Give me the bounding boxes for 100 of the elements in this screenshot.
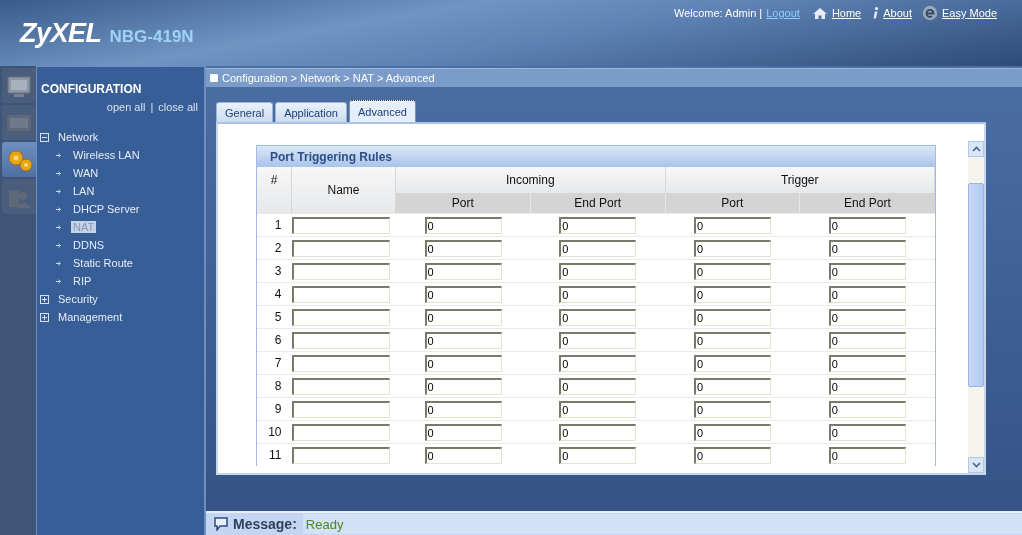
name-field[interactable] [291, 446, 390, 464]
menu-item[interactable]: Security [58, 293, 98, 305]
port-field[interactable]: 0 [694, 285, 771, 303]
name-field[interactable] [291, 239, 390, 257]
sidebar-title: CONFIGURATION [40, 81, 143, 96]
port-field[interactable]: 0 [424, 308, 502, 326]
scroll-down-button[interactable] [968, 457, 984, 473]
open-all-link[interactable]: open all [106, 101, 146, 113]
row-number: 5 [257, 305, 292, 329]
easy-mode-icon[interactable] [921, 5, 938, 21]
port-field[interactable]: 0 [424, 285, 502, 303]
name-field[interactable] [291, 285, 390, 303]
info-icon[interactable] [871, 6, 880, 20]
home-icon[interactable] [811, 6, 828, 20]
breadcrumb-text: Configuration > Network > NAT > Advanced [222, 72, 435, 84]
port-field[interactable]: 0 [559, 446, 637, 464]
port-field[interactable]: 0 [424, 331, 502, 349]
port-field[interactable]: 0 [424, 423, 502, 441]
port-field[interactable]: 0 [694, 354, 771, 372]
port-field[interactable]: 0 [424, 446, 502, 464]
scrollbar[interactable] [968, 141, 984, 473]
speech-bubble-icon [214, 517, 228, 531]
brand-logo: ZyXEL [20, 18, 102, 49]
name-field[interactable] [291, 308, 390, 326]
caret-down-icon[interactable] [971, 462, 981, 468]
port-field[interactable]: 0 [828, 331, 906, 349]
port-field[interactable]: 0 [559, 423, 637, 441]
collapse-icon[interactable] [40, 132, 49, 142]
port-field[interactable]: 0 [424, 216, 502, 234]
port-field[interactable]: 0 [828, 377, 906, 395]
name-field[interactable] [291, 400, 390, 418]
tab[interactable]: Advanced [348, 100, 416, 123]
submenu-item[interactable]: RIP [71, 275, 94, 287]
port-field[interactable]: 0 [828, 354, 906, 372]
about-link[interactable]: About [883, 7, 912, 19]
port-field[interactable]: 0 [424, 354, 502, 372]
submenu-item[interactable]: WAN [71, 167, 101, 179]
row-number: 8 [257, 374, 292, 398]
name-field[interactable] [291, 377, 390, 395]
submenu-item[interactable]: LAN [71, 185, 97, 197]
submenu-item[interactable]: Wireless LAN [71, 149, 142, 161]
port-field[interactable]: 0 [828, 216, 906, 234]
tab[interactable]: Application [275, 102, 347, 123]
port-field[interactable]: 0 [694, 377, 771, 395]
column-header: Name [291, 167, 396, 214]
name-field[interactable] [291, 354, 390, 372]
message-label: Message: [233, 516, 297, 532]
port-field[interactable]: 0 [559, 377, 637, 395]
port-field[interactable]: 0 [559, 354, 637, 372]
row-number: 1 [257, 213, 292, 237]
scroll-thumb[interactable] [968, 183, 984, 387]
port-field[interactable]: 0 [828, 308, 906, 326]
submenu-item[interactable]: DDNS [71, 239, 107, 251]
expand-icon[interactable] [40, 312, 49, 322]
port-field[interactable]: 0 [828, 400, 906, 418]
row-number: 10 [257, 420, 292, 444]
arrow-icon [56, 170, 62, 176]
arrow-icon [56, 152, 62, 158]
expand-icon[interactable] [40, 294, 49, 304]
name-field[interactable] [291, 331, 390, 349]
port-field[interactable]: 0 [559, 400, 637, 418]
port-field[interactable]: 0 [828, 262, 906, 280]
port-field[interactable]: 0 [694, 216, 771, 234]
port-field[interactable]: 0 [559, 262, 637, 280]
home-link[interactable]: Home [831, 7, 862, 19]
port-field[interactable]: 0 [828, 239, 906, 257]
port-field[interactable]: 0 [694, 400, 771, 418]
port-field[interactable]: 0 [694, 262, 771, 280]
port-field[interactable]: 0 [559, 331, 637, 349]
port-field[interactable]: 0 [828, 446, 906, 464]
close-all-link[interactable]: close all [158, 101, 198, 113]
scroll-up-button[interactable] [968, 141, 984, 157]
port-field[interactable]: 0 [694, 331, 771, 349]
menu-item[interactable]: Management [58, 311, 123, 323]
easy-mode-link[interactable]: Easy Mode [941, 7, 997, 19]
port-field[interactable]: 0 [694, 308, 771, 326]
port-field[interactable]: 0 [694, 446, 771, 464]
port-field[interactable]: 0 [694, 239, 771, 257]
submenu-item[interactable]: DHCP Server [71, 203, 142, 215]
port-field[interactable]: 0 [559, 239, 637, 257]
caret-up-icon[interactable] [971, 146, 981, 152]
port-field[interactable]: 0 [424, 239, 502, 257]
name-field[interactable] [291, 423, 390, 441]
port-field[interactable]: 0 [828, 423, 906, 441]
port-field[interactable]: 0 [828, 285, 906, 303]
tab[interactable]: General [216, 102, 274, 123]
arrow-icon [56, 224, 62, 230]
submenu-item[interactable]: Static Route [71, 257, 135, 269]
name-field[interactable] [291, 216, 390, 234]
port-field[interactable]: 0 [424, 262, 502, 280]
menu-item[interactable]: Network [58, 131, 99, 143]
port-field[interactable]: 0 [424, 377, 502, 395]
page-icon [210, 74, 218, 82]
separator-text: | [150, 101, 154, 113]
port-field[interactable]: 0 [559, 308, 637, 326]
name-field[interactable] [291, 262, 390, 280]
port-field[interactable]: 0 [559, 285, 637, 303]
port-field[interactable]: 0 [424, 400, 502, 418]
port-field[interactable]: 0 [694, 423, 771, 441]
port-field[interactable]: 0 [559, 216, 637, 234]
